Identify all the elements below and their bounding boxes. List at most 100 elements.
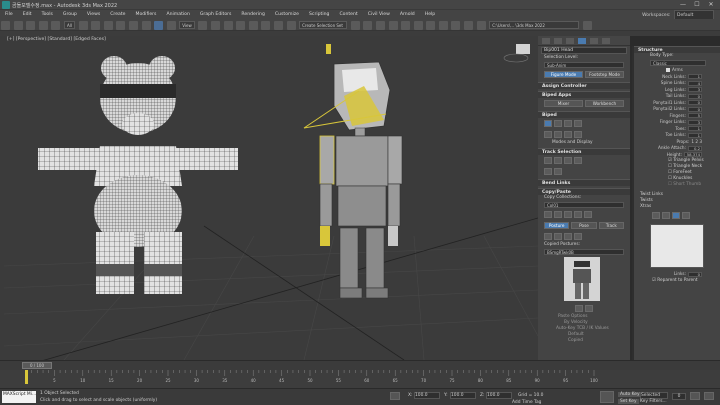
structure-row-spinner[interactable]: 3 bbox=[688, 87, 702, 93]
project-folder-icon[interactable] bbox=[582, 20, 592, 30]
project-path-field[interactable]: C:\Users\... \3ds Max 2022 bbox=[489, 21, 580, 29]
display-tab-icon[interactable] bbox=[590, 38, 598, 44]
menu-group[interactable]: Group bbox=[58, 10, 82, 19]
modes-display-label[interactable]: Modes and Display bbox=[538, 140, 630, 146]
render-icon[interactable] bbox=[464, 20, 474, 30]
menu-views[interactable]: Views bbox=[82, 10, 105, 19]
biped-rollout[interactable]: Biped bbox=[538, 111, 630, 118]
material-editor-icon[interactable] bbox=[426, 20, 436, 30]
props-value[interactable]: 1 2 3 bbox=[691, 139, 702, 146]
move-all-icon[interactable] bbox=[574, 131, 582, 138]
maximize-button[interactable]: ☐ bbox=[690, 1, 704, 9]
select-object-icon[interactable] bbox=[78, 20, 88, 30]
body-horizontal-icon[interactable] bbox=[544, 157, 552, 164]
link-icon[interactable] bbox=[26, 20, 36, 30]
links-spinner[interactable]: 0 bbox=[688, 271, 702, 277]
z-field[interactable]: 100.0 bbox=[486, 392, 512, 399]
motion-flow-icon[interactable] bbox=[564, 120, 572, 127]
unlink-icon[interactable] bbox=[38, 20, 48, 30]
menu-help[interactable]: Help bbox=[420, 10, 440, 19]
create-tab-icon[interactable] bbox=[542, 38, 550, 44]
undo-icon[interactable] bbox=[1, 20, 10, 30]
height-spinner[interactable]: 58.374 bbox=[684, 152, 702, 158]
set-key-big-icon[interactable] bbox=[600, 391, 614, 403]
rect-selection-icon[interactable] bbox=[103, 20, 113, 30]
structure-row-spinner[interactable]: 0 bbox=[688, 93, 702, 99]
snap-toggle-icon[interactable] bbox=[236, 20, 246, 30]
mixer-mode-icon[interactable] bbox=[574, 120, 582, 127]
structure-row-spinner[interactable]: 3 bbox=[688, 119, 702, 125]
pose-tab[interactable]: Pose bbox=[571, 222, 597, 229]
select-by-name-icon[interactable] bbox=[91, 20, 101, 30]
menu-graph-editors[interactable]: Graph Editors bbox=[195, 10, 237, 19]
copy-posture-icon[interactable] bbox=[544, 233, 552, 240]
layer-explorer-icon[interactable] bbox=[388, 20, 398, 30]
track-selection-rollout[interactable]: Track Selection bbox=[538, 148, 630, 155]
assign-controller-rollout[interactable]: Assign Controller bbox=[538, 82, 630, 89]
hierarchy-tab-icon[interactable] bbox=[566, 38, 574, 44]
menu-tools[interactable]: Tools bbox=[37, 10, 58, 19]
time-slider[interactable]: 0 / 100 bbox=[22, 362, 52, 369]
menu-modifiers[interactable]: Modifiers bbox=[130, 10, 161, 19]
spinner-snap-icon[interactable] bbox=[273, 20, 283, 30]
track-bar[interactable]: 0510152025303540455055606570758085909510… bbox=[0, 370, 720, 388]
place-icon[interactable] bbox=[166, 20, 176, 30]
copied-posture-dropdown[interactable]: BSmgRTwk0B bbox=[544, 249, 624, 255]
mixer-button[interactable]: Mixer bbox=[544, 100, 583, 107]
figure-mode-icon[interactable] bbox=[544, 120, 552, 127]
delete-xtra-icon[interactable] bbox=[662, 212, 670, 219]
reparent-checkbox[interactable]: ☑ Reparent to Parent bbox=[634, 278, 720, 284]
perspective-viewport[interactable]: [+] [Perspective] [Standard] [Edged Face… bbox=[4, 36, 538, 360]
rotate-icon[interactable] bbox=[141, 20, 151, 30]
delete-all-collections-icon[interactable] bbox=[584, 211, 592, 218]
load-file-icon[interactable] bbox=[544, 131, 552, 138]
xtras-list[interactable] bbox=[650, 224, 704, 268]
utilities-tab-icon[interactable] bbox=[602, 38, 610, 44]
window-crossing-icon[interactable] bbox=[116, 20, 126, 30]
add-xtra-icon[interactable] bbox=[652, 212, 660, 219]
folder-icon[interactable] bbox=[476, 20, 486, 30]
reference-coordinate-dropdown[interactable]: View bbox=[179, 21, 195, 29]
angle-snap-icon[interactable] bbox=[248, 20, 258, 30]
pivot-center-icon[interactable] bbox=[198, 20, 208, 30]
short-thumb-checkbox[interactable]: ☐ Short Thumb bbox=[634, 182, 720, 188]
set-key-button[interactable]: Set Key bbox=[618, 399, 639, 404]
posture-tab[interactable]: Posture bbox=[544, 222, 570, 229]
edit-named-selection-icon[interactable] bbox=[286, 20, 296, 30]
opposite-icon[interactable] bbox=[554, 168, 562, 175]
structure-row-spinner[interactable]: 1 bbox=[688, 132, 702, 138]
motion-tab-icon[interactable] bbox=[578, 38, 586, 44]
frame-ruler[interactable]: 0510152025303540455055606570758085909510… bbox=[0, 370, 720, 388]
load-collection-icon[interactable] bbox=[544, 211, 552, 218]
menu-content[interactable]: Content bbox=[334, 10, 362, 19]
keyboard-shortcut-icon[interactable] bbox=[223, 20, 233, 30]
capture-snapshot-icon[interactable] bbox=[575, 305, 583, 312]
lock-selection-icon[interactable] bbox=[390, 392, 400, 400]
object-name-field[interactable]: Bip001 Head bbox=[541, 47, 627, 54]
track-tab[interactable]: Track bbox=[598, 222, 624, 229]
key-filters-button[interactable]: Key Filters... bbox=[640, 399, 667, 404]
render-setup-icon[interactable] bbox=[438, 20, 448, 30]
select-manipulate-icon[interactable] bbox=[210, 20, 220, 30]
delete-posture-icon[interactable] bbox=[574, 233, 582, 240]
copied-radio[interactable]: Copied bbox=[538, 338, 630, 344]
collection-dropdown[interactable]: Col01 bbox=[544, 202, 624, 208]
structure-row-spinner[interactable]: 4 bbox=[688, 80, 702, 86]
rendered-frame-icon[interactable] bbox=[451, 20, 461, 30]
create-collection-icon[interactable] bbox=[564, 211, 572, 218]
paste-opposite-icon[interactable] bbox=[564, 233, 572, 240]
menu-file[interactable]: File bbox=[0, 10, 18, 19]
x-field[interactable]: 100.0 bbox=[414, 392, 440, 399]
minimize-button[interactable]: — bbox=[676, 1, 690, 9]
body-vertical-icon[interactable] bbox=[554, 157, 562, 164]
bind-space-warp-icon[interactable] bbox=[51, 20, 61, 30]
viewport-scene[interactable] bbox=[4, 36, 538, 360]
auto-key-button[interactable]: Auto Key bbox=[618, 392, 642, 397]
body-rotation-icon[interactable] bbox=[564, 157, 572, 164]
sub-anim-dropdown[interactable]: Sub-Anim bbox=[544, 62, 624, 68]
structure-row-spinner[interactable]: 0 bbox=[688, 106, 702, 112]
y-field[interactable]: 100.0 bbox=[450, 392, 476, 399]
structure-row-spinner[interactable]: 1 bbox=[688, 74, 702, 80]
convert-icon[interactable] bbox=[564, 131, 572, 138]
viewport-label[interactable]: [+] [Perspective] [Standard] [Edged Face… bbox=[7, 37, 106, 42]
